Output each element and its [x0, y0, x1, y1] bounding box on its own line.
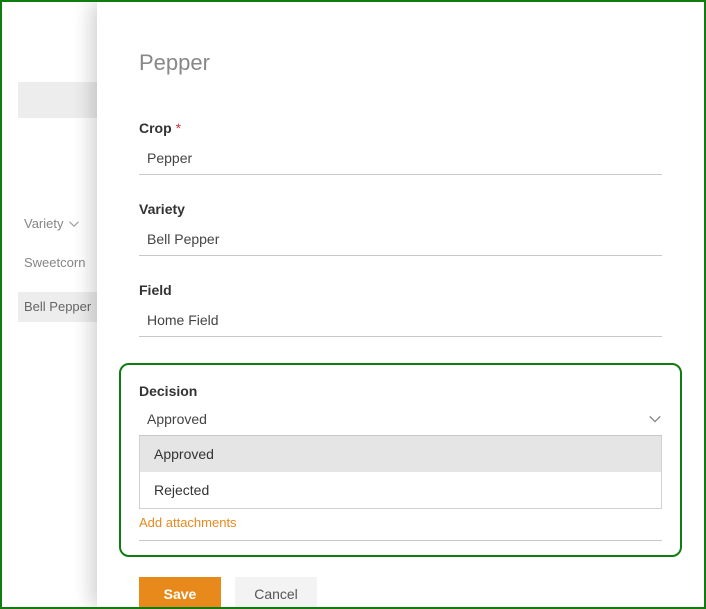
variety-label: Variety	[139, 201, 662, 217]
save-button[interactable]: Save	[139, 577, 221, 609]
background-row-bell-pepper[interactable]: Bell Pepper	[24, 299, 91, 314]
crop-field-group: Crop * Pepper	[139, 120, 662, 175]
background-selection-bar	[18, 82, 97, 118]
decision-option-approved[interactable]: Approved	[140, 436, 661, 472]
crop-label: Crop *	[139, 120, 662, 136]
chevron-down-icon	[68, 218, 80, 230]
field-label: Field	[139, 282, 662, 298]
required-indicator: *	[176, 120, 181, 136]
crop-input[interactable]: Pepper	[139, 146, 662, 175]
chevron-down-icon	[648, 412, 662, 426]
decision-dropdown: Approved Rejected	[139, 436, 662, 509]
field-field-group: Field Home Field	[139, 282, 662, 337]
variety-field-group: Variety Bell Pepper	[139, 201, 662, 256]
app-frame: Variety Sweetcorn Bell Pepper Pepper Cro…	[0, 0, 706, 609]
add-attachments-link[interactable]: Add attachments	[139, 515, 662, 541]
decision-option-rejected[interactable]: Rejected	[140, 472, 661, 508]
background-row-label: Bell Pepper	[24, 299, 91, 314]
background-list-pane: Variety Sweetcorn Bell Pepper	[2, 2, 97, 607]
background-row-sweetcorn[interactable]: Sweetcorn	[24, 255, 85, 270]
crop-label-text: Crop	[139, 120, 172, 136]
form-buttons: Save Cancel	[139, 577, 662, 609]
decision-label: Decision	[139, 383, 662, 399]
field-input[interactable]: Home Field	[139, 308, 662, 337]
decision-select[interactable]: Approved	[139, 407, 662, 436]
decision-highlight-box: Decision Approved Approved Rejected Add …	[119, 363, 682, 557]
page-title: Pepper	[139, 50, 662, 76]
variety-input[interactable]: Bell Pepper	[139, 227, 662, 256]
cancel-button[interactable]: Cancel	[235, 577, 317, 609]
edit-form-panel: Pepper Crop * Pepper Variety Bell Pepper…	[97, 2, 704, 607]
background-column-header-label: Variety	[24, 216, 64, 231]
background-row-label: Sweetcorn	[24, 255, 85, 270]
decision-selected-value: Approved	[147, 411, 207, 427]
background-column-header[interactable]: Variety	[24, 216, 80, 231]
